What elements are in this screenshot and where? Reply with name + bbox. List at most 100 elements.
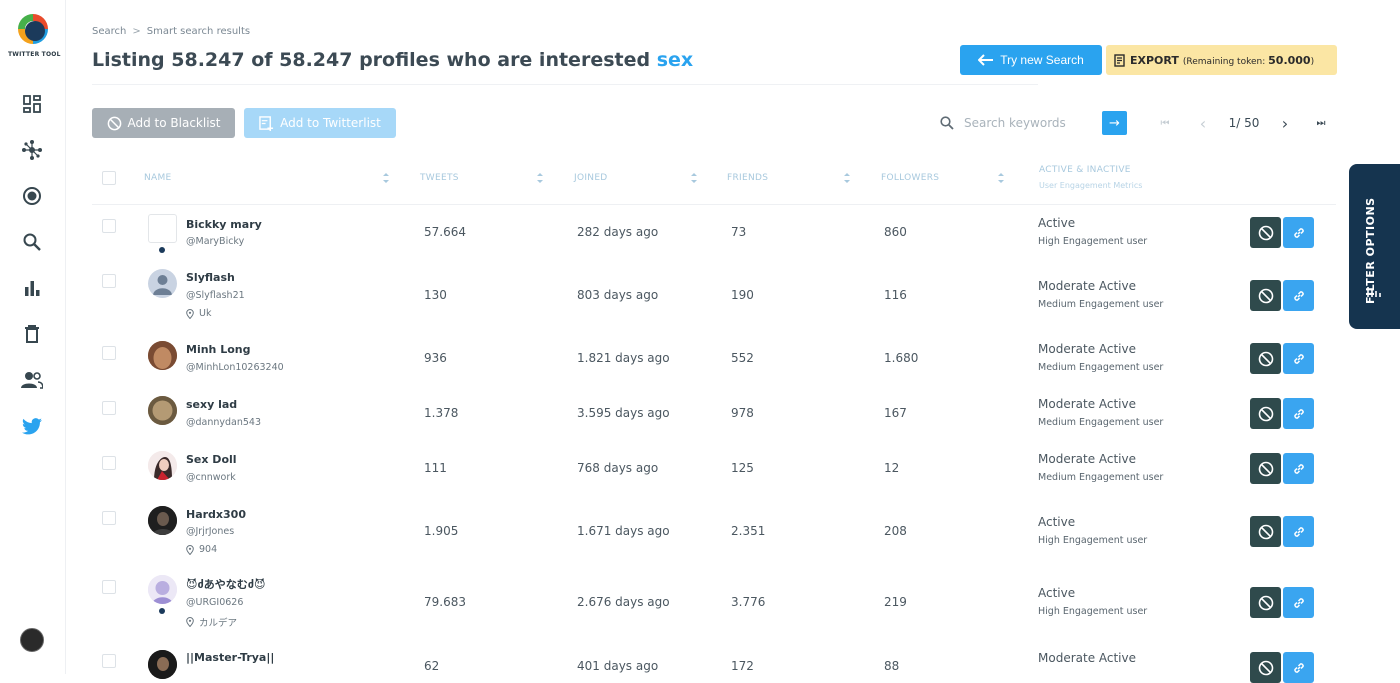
blacklist-user-button[interactable] [1250, 516, 1281, 547]
sidebar-item-dashboard[interactable] [20, 92, 44, 116]
prev-page-button[interactable]: ‹ [1196, 111, 1210, 135]
sort-tweets-icon[interactable] [535, 170, 545, 186]
filter-options-tab[interactable]: FILTER OPTIONS [1349, 164, 1400, 329]
sidebar-item-network[interactable] [20, 138, 44, 162]
blacklist-user-button[interactable] [1250, 217, 1281, 248]
joined-value: 2.676 days ago [577, 595, 670, 609]
engagement-level: Medium Engagement user [1038, 472, 1164, 483]
col-name: NAME [144, 173, 172, 183]
sidebar-item-users[interactable] [20, 368, 44, 392]
engagement-level: Medium Engagement user [1038, 417, 1164, 428]
sort-joined-icon[interactable] [689, 170, 699, 186]
sidebar-item-target[interactable] [20, 184, 44, 208]
row-checkbox[interactable] [102, 219, 116, 233]
friends-value: 125 [731, 461, 754, 475]
followers-value: 116 [884, 288, 907, 302]
link-icon [1293, 408, 1304, 419]
col-followers: FOLLOWERS [881, 173, 940, 183]
sidebar-item-trash[interactable] [20, 322, 44, 346]
location-pin-icon [186, 617, 194, 627]
row-checkbox[interactable] [102, 401, 116, 415]
row-checkbox[interactable] [102, 511, 116, 525]
link-icon [1293, 353, 1304, 364]
sort-name-icon[interactable] [381, 170, 391, 186]
add-to-twitterlist-button[interactable]: Add to Twitterlist [244, 108, 396, 138]
block-icon [107, 116, 121, 130]
sort-followers-icon[interactable] [996, 170, 1006, 186]
user-name[interactable]: Sex Doll [186, 453, 237, 466]
row-checkbox[interactable] [102, 654, 116, 668]
blacklist-user-button[interactable] [1250, 343, 1281, 374]
engagement-level: Medium Engagement user [1038, 299, 1164, 310]
followers-value: 208 [884, 524, 907, 538]
row-checkbox[interactable] [102, 346, 116, 360]
title-divider [92, 84, 1038, 85]
open-profile-link-button[interactable] [1283, 453, 1314, 484]
user-location: Uk [186, 308, 211, 319]
user-name[interactable]: Hardx300 [186, 508, 246, 521]
open-profile-link-button[interactable] [1283, 398, 1314, 429]
open-profile-link-button[interactable] [1283, 587, 1314, 618]
add-to-blacklist-button[interactable]: Add to Blacklist [92, 108, 235, 138]
table-header-divider [92, 204, 1336, 205]
joined-value: 401 days ago [577, 659, 659, 673]
search-submit-button[interactable]: → [1102, 111, 1127, 135]
joined-value: 803 days ago [577, 288, 659, 302]
user-name[interactable]: ||Master-Trya|| [186, 651, 274, 664]
filter-options-label: FILTER OPTIONS [1364, 197, 1377, 304]
sidebar-item-search[interactable] [20, 230, 44, 254]
blacklist-user-button[interactable] [1250, 453, 1281, 484]
next-page-button[interactable]: › [1278, 111, 1292, 135]
open-profile-link-button[interactable] [1283, 217, 1314, 248]
search-icon [23, 233, 41, 251]
link-icon [1293, 662, 1304, 673]
last-page-button[interactable]: ⏭ [1313, 111, 1329, 135]
col-tweets: TWEETS [420, 173, 459, 183]
trash-icon [25, 325, 39, 343]
user-name[interactable]: Slyflash [186, 271, 235, 284]
sort-friends-icon[interactable] [842, 170, 852, 186]
friends-value: 3.776 [731, 595, 766, 609]
joined-value: 3.595 days ago [577, 406, 670, 420]
tweets-value: 57.664 [424, 225, 466, 239]
block-icon [1258, 406, 1273, 421]
search-icon [940, 116, 954, 130]
location-pin-icon [186, 308, 194, 319]
user-handle: @URGI0626 [186, 597, 244, 608]
avatar-badge [159, 608, 165, 614]
blacklist-user-button[interactable] [1250, 652, 1281, 683]
row-checkbox[interactable] [102, 580, 116, 594]
open-profile-link-button[interactable] [1283, 343, 1314, 374]
blacklist-user-button[interactable] [1250, 587, 1281, 618]
export-note: (Remaining token: 50.000) [1182, 53, 1315, 67]
user-avatar[interactable] [20, 628, 44, 652]
export-label: EXPORT [1130, 53, 1179, 67]
joined-value: 1.671 days ago [577, 524, 670, 538]
first-page-button[interactable]: ⏮ [1157, 111, 1173, 135]
open-profile-link-button[interactable] [1283, 516, 1314, 547]
title-keyword: sex [656, 49, 694, 71]
bar-chart-icon [25, 281, 40, 296]
row-checkbox[interactable] [102, 274, 116, 288]
link-icon [1293, 463, 1304, 474]
user-name[interactable]: Bickky mary [186, 218, 262, 231]
open-profile-link-button[interactable] [1283, 280, 1314, 311]
user-name[interactable]: 😈ძあやなむძ😈 [186, 576, 265, 592]
export-button[interactable]: EXPORT (Remaining token: 50.000) [1106, 45, 1337, 75]
blacklist-user-button[interactable] [1250, 280, 1281, 311]
try-new-search-button[interactable]: Try new Search [960, 45, 1102, 75]
tweets-value: 1.905 [424, 524, 459, 538]
sidebar-item-analytics[interactable] [20, 276, 44, 300]
sidebar-item-twitter[interactable] [20, 414, 44, 438]
select-all-checkbox[interactable] [102, 171, 116, 185]
search-keywords-input[interactable] [962, 115, 1092, 131]
breadcrumb-root[interactable]: Search [92, 26, 126, 37]
user-name[interactable]: Minh Long [186, 343, 250, 356]
followers-value: 88 [884, 659, 900, 673]
app-logo[interactable]: TWITTER TOOL [8, 12, 60, 58]
user-name[interactable]: sexy lad [186, 398, 237, 411]
open-profile-link-button[interactable] [1283, 652, 1314, 683]
user-handle: @dannydan543 [186, 417, 262, 428]
row-checkbox[interactable] [102, 456, 116, 470]
blacklist-user-button[interactable] [1250, 398, 1281, 429]
